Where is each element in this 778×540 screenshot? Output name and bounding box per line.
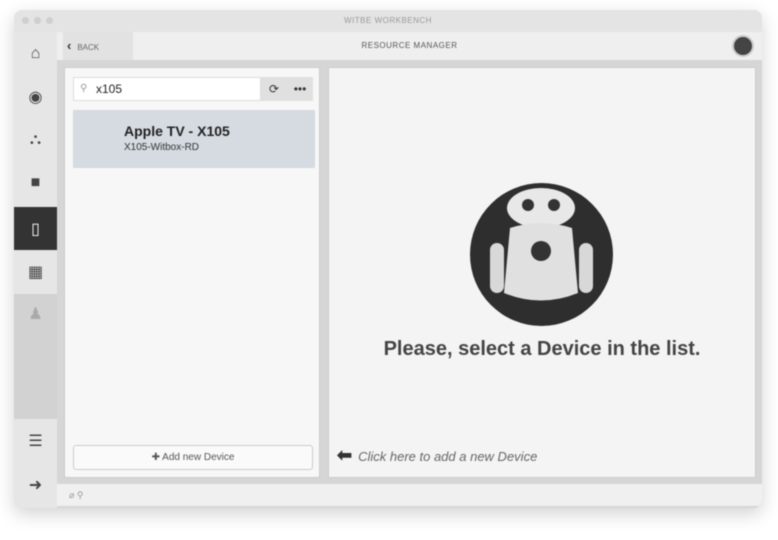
refresh-button[interactable]: ⟳	[261, 77, 287, 101]
eye-icon[interactable]: ◉	[14, 75, 57, 118]
title-bar: WITBE WORKBENCH	[14, 10, 762, 32]
checklist-icon[interactable]: ☰	[14, 419, 57, 462]
home-icon[interactable]: ⌂	[14, 32, 57, 75]
add-device-hint[interactable]: ⬅ Click here to add a new Device	[337, 445, 537, 466]
add-device-label: Add new Device	[162, 452, 235, 463]
device-subtitle: X105-Witbox-RD	[124, 142, 200, 153]
video-icon[interactable]: ■	[14, 161, 57, 204]
add-device-button[interactable]: ✚ Add new Device	[73, 445, 313, 470]
plus-icon: ✚	[151, 452, 163, 463]
list-item[interactable]: Apple TV - X105 X105-Witbox-RD	[73, 110, 315, 168]
device-list-panel: ⚲ x105 ⟳ ••• Apple TV - X105 X105-Witbox-…	[64, 67, 320, 478]
app-window: WITBE WORKBENCH ⌂ ◉ ⛬ ■ ▯ ▦ ♟ ☰ ➜ ‹ BACK …	[14, 10, 762, 508]
page-title: RESOURCE MANAGER	[361, 41, 458, 50]
status-bar: ⌀ ⚲	[57, 484, 762, 506]
more-button[interactable]: •••	[287, 77, 313, 101]
header: ‹ BACK RESOURCE MANAGER	[57, 32, 762, 60]
arrow-left-icon: ⬅	[337, 445, 353, 465]
search-value: x105	[96, 82, 123, 96]
detail-panel: Please, select a Device in the list. ⬅ Cl…	[328, 67, 756, 478]
calendar-icon[interactable]: ▦	[14, 250, 57, 293]
empty-message: Please, select a Device in the list.	[383, 338, 701, 360]
device-icon[interactable]: ▯	[14, 207, 57, 250]
window-title: WITBE WORKBENCH	[344, 16, 432, 25]
avatar[interactable]	[732, 35, 754, 57]
logout-icon[interactable]: ➜	[14, 463, 57, 506]
robot-illustration	[470, 183, 613, 326]
hint-text: Click here to add a new Device	[358, 449, 538, 464]
window-controls[interactable]	[22, 17, 53, 24]
search-input[interactable]: ⚲ x105	[73, 77, 261, 101]
sidebar: ⌂ ◉ ⛬ ■ ▯ ▦ ♟ ☰ ➜	[14, 32, 57, 508]
search-icon: ⚲	[80, 83, 88, 94]
device-name: Apple TV - X105	[124, 123, 230, 139]
user-icon[interactable]: ♟	[14, 294, 57, 419]
network-icon[interactable]: ⛬	[14, 118, 57, 161]
